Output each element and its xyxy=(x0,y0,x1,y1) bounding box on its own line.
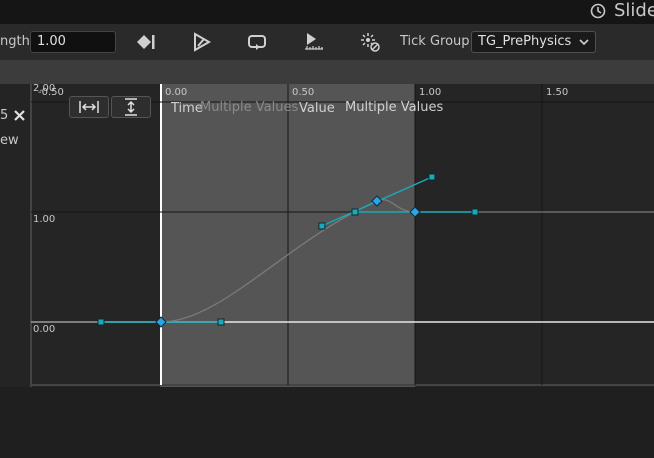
curve-list-number: 5 xyxy=(0,108,9,123)
y-tick-label: 0.00 xyxy=(33,324,55,335)
x-tick-label: 0.00 xyxy=(165,87,187,98)
timeline-icon xyxy=(305,33,323,50)
settings-icon xyxy=(361,33,380,52)
tangent-handle xyxy=(217,318,225,326)
settings-button[interactable] xyxy=(356,28,384,56)
time-value: Multiple Values xyxy=(200,100,298,115)
tangent-handle xyxy=(428,173,436,181)
clock-icon xyxy=(590,3,606,19)
value-value: Multiple Values xyxy=(345,100,443,115)
loop-icon xyxy=(248,35,266,50)
curve-list-text: ew xyxy=(0,133,19,148)
length-label: ngth xyxy=(0,34,30,49)
tick-group-label: Tick Group xyxy=(400,34,470,49)
tangent-handle xyxy=(97,318,105,326)
chevron-down-icon xyxy=(579,39,589,46)
loop-button[interactable] xyxy=(243,28,271,56)
add-key-icon xyxy=(137,35,155,49)
toolbar: ngth 1.00 Tick Group TG_PrePhysics xyxy=(0,24,654,60)
x-tick-label: 1.50 xyxy=(546,87,568,98)
tangent-handle xyxy=(351,208,359,216)
fit-horizontal-icon xyxy=(79,101,99,113)
tangent-handle xyxy=(318,222,326,230)
title-bar: Slide xyxy=(0,0,654,24)
bottom-area xyxy=(0,387,654,458)
value-label: Value xyxy=(299,101,335,116)
y-tick-label: 1.00 xyxy=(33,214,55,225)
y-tick-label: 2.00 xyxy=(33,84,55,94)
play-icon xyxy=(194,32,212,52)
fit-vertical-button[interactable] xyxy=(111,96,151,118)
x-tick-label: 1.00 xyxy=(419,87,441,98)
add-key-button[interactable] xyxy=(132,28,160,56)
x-tick-label: 0.50 xyxy=(292,87,314,98)
length-input[interactable]: 1.00 xyxy=(30,31,116,53)
window-title: Slide xyxy=(614,0,654,21)
track-header-strip xyxy=(0,60,654,84)
play-button[interactable] xyxy=(188,28,216,56)
fit-vertical-icon xyxy=(125,98,137,116)
curve-graph[interactable]: -0.50 0.00 0.50 1.00 1.502.001.000.00 Time M… xyxy=(30,84,654,387)
fit-horizontal-button[interactable] xyxy=(69,96,109,118)
tangent-handle xyxy=(471,208,479,216)
time-label: Time xyxy=(170,101,203,116)
timeline-button[interactable] xyxy=(299,28,327,56)
curve-list-panel: 5 ew xyxy=(0,84,30,387)
tick-group-value: TG_PrePhysics xyxy=(478,34,572,49)
close-icon[interactable] xyxy=(14,110,25,121)
tick-group-dropdown[interactable]: TG_PrePhysics xyxy=(471,31,596,53)
